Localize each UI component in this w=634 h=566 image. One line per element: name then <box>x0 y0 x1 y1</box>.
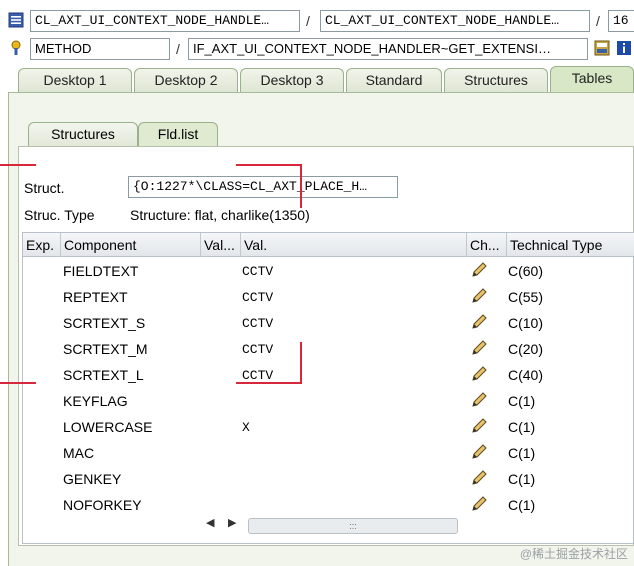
value-cell: X <box>242 420 250 435</box>
number-field[interactable]: 16 <box>608 10 634 32</box>
table-row[interactable]: SCRTEXT_S CCTV C(10) <box>22 310 634 336</box>
pencil-icon[interactable] <box>470 443 488 461</box>
struct-input[interactable]: {O:1227*\CLASS=CL_AXT_PLACE_H… <box>128 176 398 198</box>
dropdown-help-icon[interactable] <box>594 40 610 56</box>
info-icon[interactable] <box>616 40 632 56</box>
struct-label: Struct. <box>24 180 65 196</box>
table-header-row: Exp. Component Val... Val. Ch... Technic… <box>23 233 634 257</box>
technical-type-cell: C(1) <box>508 471 536 487</box>
pencil-icon[interactable] <box>470 261 488 279</box>
pencil-icon[interactable] <box>470 313 488 331</box>
list-icon[interactable] <box>8 12 24 28</box>
col-header-val-1[interactable]: Val... <box>201 233 241 257</box>
table-row[interactable]: SCRTEXT_L CCTV C(40) <box>22 362 634 388</box>
component-cell: SCRTEXT_L <box>63 367 144 383</box>
tab-desktop-2[interactable]: Desktop 2 <box>134 68 238 92</box>
header-row-class: CL_AXT_UI_CONTEXT_NODE_HANDLE… / CL_AXT_… <box>0 8 634 34</box>
watermark-text: @稀土掘金技术社区 <box>519 547 628 561</box>
tab-structures[interactable]: Structures <box>444 68 548 92</box>
tab-desktop-1[interactable]: Desktop 1 <box>18 68 132 92</box>
table-row[interactable]: REPTEXT CCTV C(55) <box>22 284 634 310</box>
table-row[interactable]: LOWERCASE X C(1) <box>22 414 634 440</box>
struct-type-value: Structure: flat, charlike(1350) <box>130 207 310 223</box>
value-cell: CCTV <box>242 316 274 331</box>
component-cell: KEYFLAG <box>63 393 128 409</box>
technical-type-cell: C(55) <box>508 289 544 305</box>
component-cell: FIELDTEXT <box>63 263 139 279</box>
technical-type-cell: C(1) <box>508 393 536 409</box>
class-name-field[interactable]: CL_AXT_UI_CONTEXT_NODE_HANDLE… <box>30 10 300 32</box>
pencil-icon[interactable] <box>470 391 488 409</box>
component-cell: GENKEY <box>63 471 122 487</box>
table-row[interactable]: FIELDTEXT CCTV C(60) <box>22 258 634 284</box>
path-separator: / <box>306 13 310 29</box>
method-name-field[interactable]: IF_AXT_UI_CONTEXT_NODE_HANDLER~GET_EXTEN… <box>188 38 588 60</box>
technical-type-cell: C(10) <box>508 315 544 331</box>
table-row[interactable]: MAC C(1) <box>22 440 634 466</box>
annotation-line <box>300 164 302 208</box>
scroll-right-icon[interactable]: ▶ <box>228 516 236 529</box>
component-cell: SCRTEXT_M <box>63 341 148 357</box>
path-separator-3: / <box>176 41 180 57</box>
component-cell: SCRTEXT_S <box>63 315 146 331</box>
annotation-line <box>236 382 302 384</box>
horizontal-scrollbar[interactable]: ◀ ▶ ::: <box>180 516 460 534</box>
pencil-icon[interactable] <box>470 469 488 487</box>
path-separator-2: / <box>596 13 600 29</box>
technical-type-cell: C(40) <box>508 367 544 383</box>
tab-standard[interactable]: Standard <box>346 68 442 92</box>
technical-type-cell: C(20) <box>508 341 544 357</box>
component-cell: LOWERCASE <box>63 419 153 435</box>
col-header-change[interactable]: Ch... <box>467 233 507 257</box>
pencil-icon[interactable] <box>470 287 488 305</box>
annotation-line <box>0 164 36 166</box>
pencil-icon[interactable] <box>470 417 488 435</box>
value-cell: CCTV <box>242 342 274 357</box>
subtab-fld-list[interactable]: Fld.list <box>138 122 218 146</box>
table-row[interactable]: NOFORKEY C(1) <box>22 492 634 518</box>
table-row[interactable]: KEYFLAG C(1) <box>22 388 634 414</box>
tab-tables[interactable]: Tables <box>550 66 634 92</box>
annotation-line <box>300 342 302 384</box>
table-row[interactable]: GENKEY C(1) <box>22 466 634 492</box>
struct-type-label: Struc. Type <box>24 207 95 223</box>
component-cell: MAC <box>63 445 95 461</box>
type-field[interactable]: METHOD <box>30 38 170 60</box>
annotation-line <box>236 164 302 166</box>
component-cell: NOFORKEY <box>63 497 142 513</box>
value-cell: CCTV <box>242 264 274 279</box>
value-cell: CCTV <box>242 290 274 305</box>
technical-type-cell: C(60) <box>508 263 544 279</box>
scroll-left-icon[interactable]: ◀ <box>206 516 214 529</box>
col-header-val-2[interactable]: Val. <box>241 233 467 257</box>
method-icon[interactable] <box>8 40 24 56</box>
pencil-icon[interactable] <box>470 495 488 513</box>
col-header-exp[interactable]: Exp. <box>23 233 61 257</box>
subtab-structures[interactable]: Structures <box>28 122 138 146</box>
class-name-field-2[interactable]: CL_AXT_UI_CONTEXT_NODE_HANDLE… <box>320 10 590 32</box>
pencil-icon[interactable] <box>470 365 488 383</box>
annotation-line <box>0 382 36 384</box>
main-tab-strip: Desktop 1 Desktop 2 Desktop 3 Standard S… <box>0 64 634 92</box>
scroll-thumb[interactable]: ::: <box>248 518 458 534</box>
table-row[interactable]: SCRTEXT_M CCTV C(20) <box>22 336 634 362</box>
value-cell: CCTV <box>242 368 274 383</box>
component-cell: REPTEXT <box>63 289 128 305</box>
technical-type-cell: C(1) <box>508 497 536 513</box>
technical-type-cell: C(1) <box>508 445 536 461</box>
tab-desktop-3[interactable]: Desktop 3 <box>240 68 344 92</box>
header-row-method: METHOD / IF_AXT_UI_CONTEXT_NODE_HANDLER~… <box>0 36 634 62</box>
technical-type-cell: C(1) <box>508 419 536 435</box>
col-header-component[interactable]: Component <box>61 233 201 257</box>
col-header-technical-type[interactable]: Technical Type <box>507 233 634 257</box>
pencil-icon[interactable] <box>470 339 488 357</box>
